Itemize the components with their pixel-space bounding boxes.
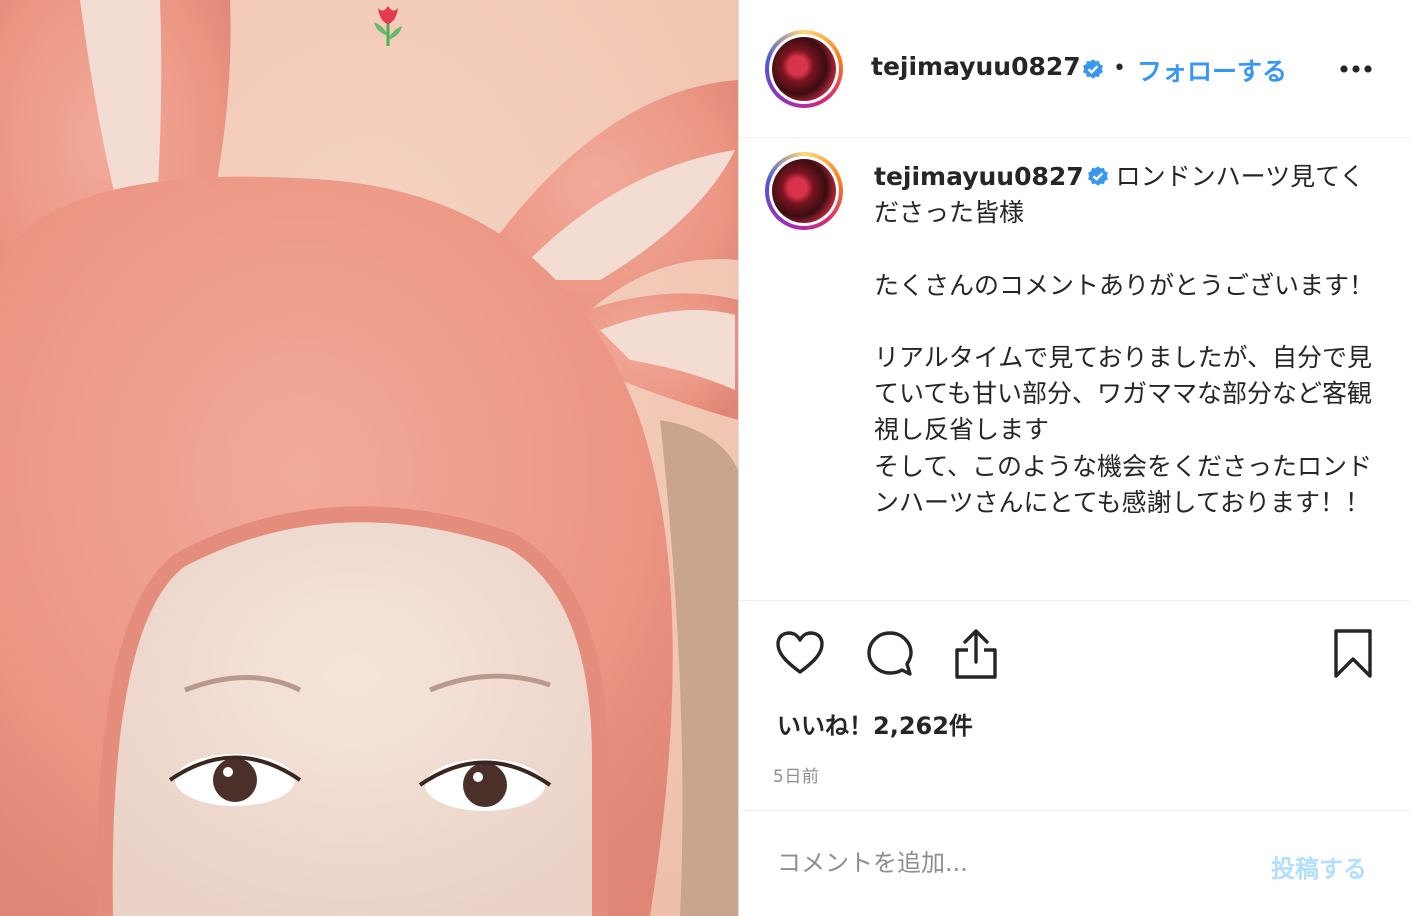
post-comment-button[interactable]: 投稿する xyxy=(1271,849,1367,884)
heart-icon[interactable] xyxy=(775,630,825,676)
caption-username[interactable]: tejimayuu0827 xyxy=(874,162,1084,191)
tulip-icon xyxy=(374,6,402,46)
bookmark-icon[interactable] xyxy=(1333,628,1373,680)
more-options-icon[interactable] xyxy=(1339,64,1373,74)
post-panel: tejimayuu0827 • フォローする tejimayuu0827 ロンドン… xyxy=(738,0,1410,916)
caption: tejimayuu0827 ロンドンハーツ見てくださった皆様 たくさんのコメントあ… xyxy=(874,159,1384,521)
follow-button[interactable]: フォローする xyxy=(1137,52,1287,88)
separator-dot: • xyxy=(1113,56,1126,81)
comment-bubble-icon[interactable] xyxy=(865,630,913,678)
share-icon[interactable] xyxy=(953,628,999,680)
caption-body: ロンドンハーツ見てくださった皆様 たくさんのコメントありがとうございます！ リア… xyxy=(874,162,1375,517)
avatar[interactable] xyxy=(765,30,843,108)
action-bar xyxy=(739,602,1410,712)
header-username[interactable]: tejimayuu0827 xyxy=(871,52,1081,81)
likes-count[interactable]: いいね！2,262件 xyxy=(777,706,973,741)
caption-section: tejimayuu0827 ロンドンハーツ見てくださった皆様 たくさんのコメントあ… xyxy=(739,139,1410,601)
comment-bar: 投稿する xyxy=(739,810,1410,916)
post-image xyxy=(0,0,738,916)
verified-badge-icon xyxy=(1087,166,1108,186)
post-header: tejimayuu0827 • フォローする xyxy=(739,0,1410,138)
comment-input[interactable] xyxy=(777,841,1237,885)
post-photo[interactable] xyxy=(0,0,738,916)
verified-badge-icon xyxy=(1083,59,1103,79)
post-timestamp[interactable]: 5日前 xyxy=(773,762,819,787)
caption-avatar[interactable] xyxy=(765,152,843,230)
